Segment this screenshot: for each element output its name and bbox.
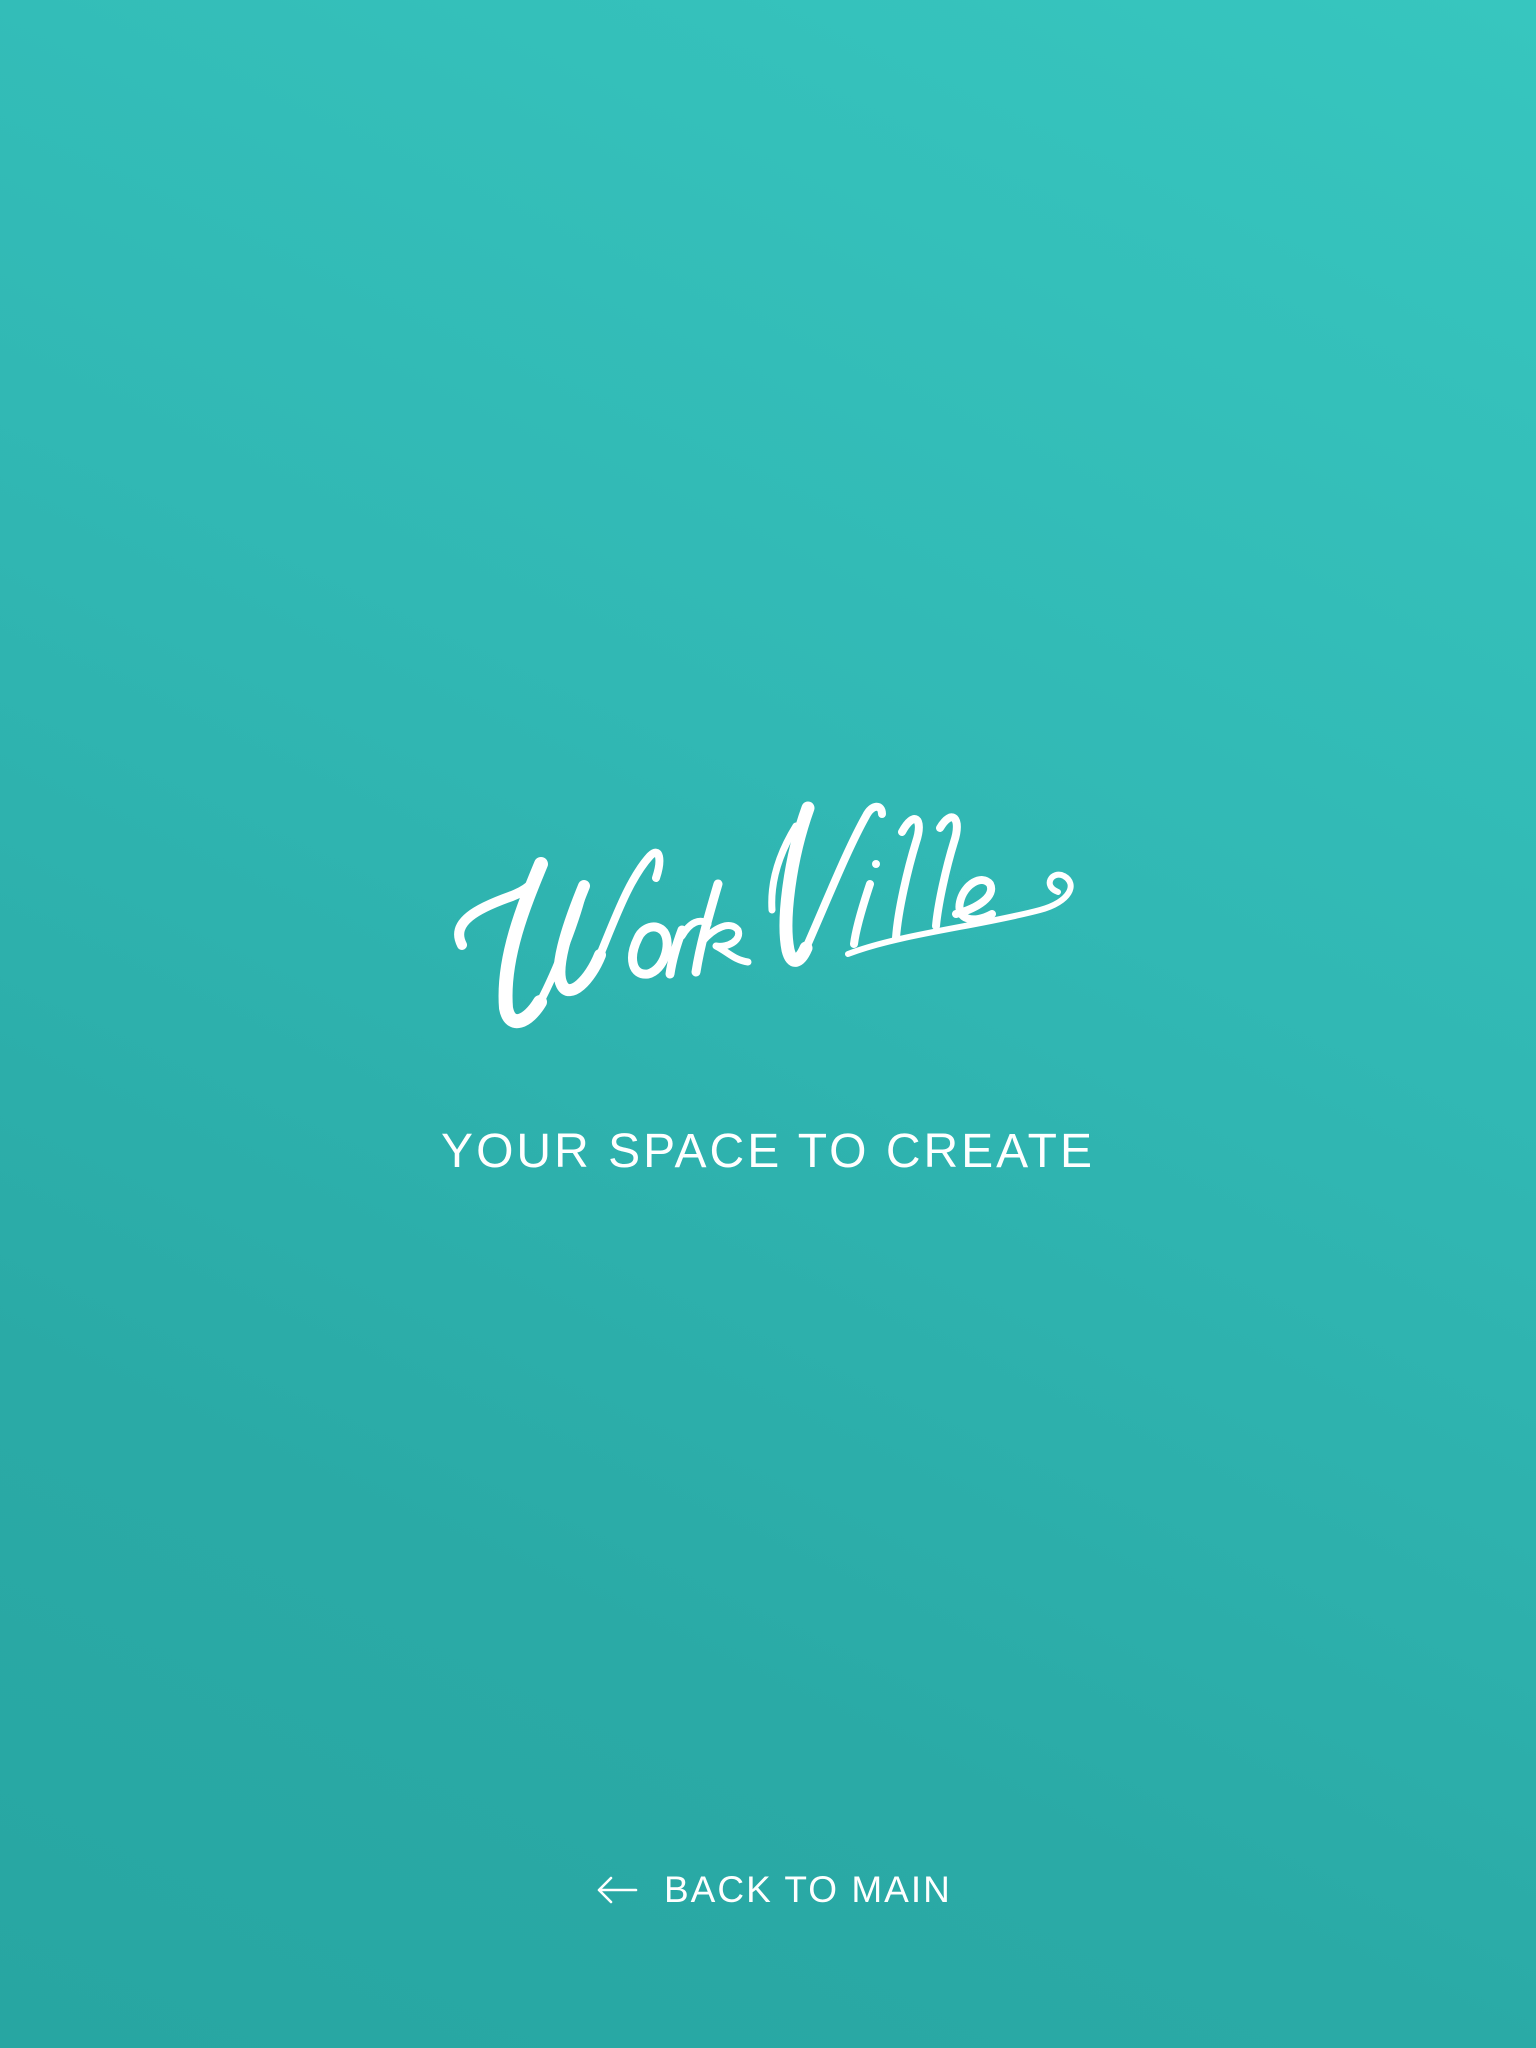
arrow-left-icon (597, 1876, 638, 1904)
workville-logo (450, 760, 1090, 1060)
tagline: YOUR SPACE TO CREATE (441, 1125, 1095, 1178)
back-to-main-button[interactable]: BACK TO MAIN (596, 1862, 952, 1918)
splash-screen: YOUR SPACE TO CREATE BACK TO MAIN (0, 0, 1536, 2048)
back-to-main-label: BACK TO MAIN (664, 1869, 952, 1910)
workville-script-logo-icon (454, 801, 1074, 1029)
